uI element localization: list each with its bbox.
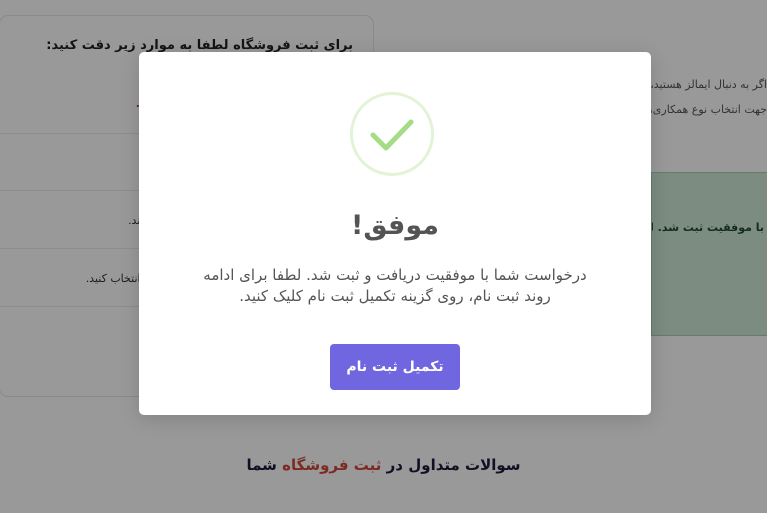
dialog-message-line: درخواست شما با موفقیت دریافت و ثبت شد. ل… — [203, 266, 587, 284]
dialog-message-line: روند ثبت نام، روی گزینه تکمیل ثبت نام کل… — [239, 287, 551, 305]
check-mark — [370, 119, 414, 151]
success-dialog: موفق! درخواست شما با موفقیت دریافت و ثبت… — [139, 52, 651, 415]
dialog-title: موفق! — [351, 210, 439, 241]
complete-registration-button[interactable]: تکمیل ثبت نام — [330, 344, 460, 390]
dialog-message: درخواست شما با موفقیت دریافت و ثبت شد. ل… — [169, 265, 621, 307]
check-icon — [350, 92, 434, 176]
